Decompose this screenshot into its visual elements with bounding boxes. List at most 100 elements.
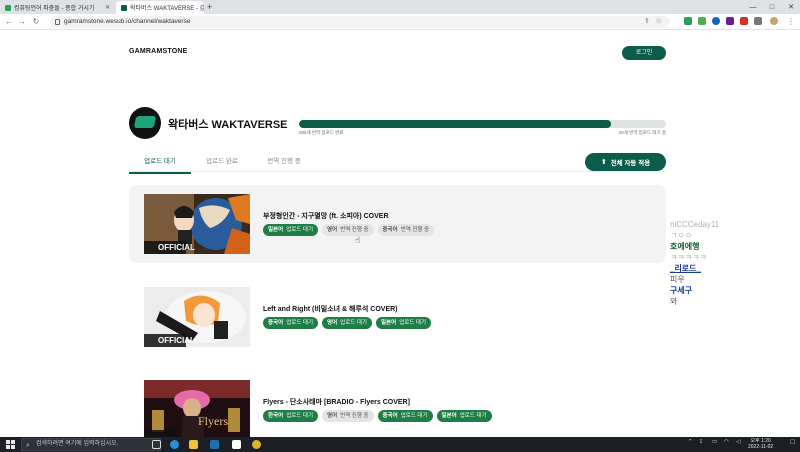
- taskbar-clock[interactable]: 오후 1:20 2022-11-02: [748, 438, 773, 450]
- chat-line: 호에에행: [670, 242, 700, 251]
- thumbnail-label: Flyers: [198, 414, 228, 428]
- chip-language: 영어: [327, 320, 338, 326]
- extension-icon[interactable]: [712, 17, 720, 25]
- chip-language: 영어: [327, 227, 338, 233]
- site-brand[interactable]: GAMRAMSTONE: [129, 48, 187, 55]
- battery-icon[interactable]: ▭: [712, 439, 717, 445]
- video-thumbnail[interactable]: OFFICIAL: [144, 194, 250, 254]
- share-icon[interactable]: ⇪: [644, 16, 650, 28]
- video-card[interactable]: OFFICIAL 부정형인간 - 지구멸망 (ft. 소피아) COVER 일본…: [129, 185, 666, 263]
- puzzle-icon[interactable]: [754, 17, 762, 25]
- browser-tab-bar: 컴퓨팅언어 파충돌 - 종합 거시기 ✕ 왁타버스 WAKTAVERSE - 감…: [0, 0, 800, 14]
- chip-language: 일본어: [268, 227, 284, 233]
- chip-language: 일본어: [381, 320, 397, 326]
- chip-status: 번역 진행 중: [340, 227, 369, 233]
- upload-progress-fill: [299, 120, 611, 128]
- chip-language: 일본어: [441, 413, 457, 419]
- upload-icon: ⬆: [600, 159, 607, 166]
- chip-status: 번역 진행 중: [340, 413, 369, 419]
- video-title: Left and Right (비밀소녀 & 해루석 COVER): [263, 306, 398, 313]
- language-status-chip[interactable]: 중국어 번역 진행 중: [377, 224, 435, 236]
- language-chips: 한국어 업로드 대기 영어 번역 진행 중 중국어 업로드 대기 일본어 업로드 대기: [263, 410, 492, 422]
- language-status-chip[interactable]: 중국어 업로드 대기: [263, 317, 319, 329]
- pending-count-label: 40개 번역 업로드 대기 중: [618, 130, 666, 135]
- site-favicon-icon: [121, 4, 127, 11]
- language-status-chip[interactable]: 영어 업로드 대기: [322, 317, 372, 329]
- wifi-icon[interactable]: ◠: [724, 439, 729, 445]
- tab-divider: [129, 171, 666, 172]
- clock-date: 2022-11-02: [748, 444, 774, 450]
- profile-avatar[interactable]: [770, 17, 778, 25]
- chip-status: 업로드 대기: [286, 320, 314, 326]
- language-status-chip[interactable]: 영어 번역 진행 중: [322, 410, 374, 422]
- language-status-chip[interactable]: 일본어 업로드 대기: [263, 224, 319, 236]
- chrome-icon[interactable]: [252, 440, 261, 449]
- windows-start-icon[interactable]: [6, 440, 15, 449]
- channel-title: 왁타버스 WAKTAVERSE: [168, 119, 288, 131]
- chip-language: 영어: [327, 413, 338, 419]
- volume-icon[interactable]: ◁: [736, 439, 740, 445]
- language-status-chip[interactable]: 일본어 업로드 대기: [436, 410, 492, 422]
- bookmark-star-icon[interactable]: ☆: [656, 16, 662, 28]
- task-view-icon[interactable]: [152, 440, 161, 449]
- chat-line: ㄱㅇㅇ: [670, 231, 693, 240]
- minimize-button[interactable]: —: [744, 0, 762, 14]
- chip-status: 업로드 대기: [400, 413, 428, 419]
- channel-logo: [129, 107, 161, 139]
- notification-icon[interactable]: ▢: [790, 439, 795, 445]
- tray-chevron-icon[interactable]: ⌃: [688, 439, 693, 445]
- language-status-chip[interactable]: 일본어 업로드 대기: [376, 317, 432, 329]
- uploaded-count-label: 205개 번역 업로드 완료: [299, 130, 344, 135]
- close-tab-icon[interactable]: ✕: [105, 4, 110, 11]
- chat-line: 와: [670, 297, 678, 306]
- extension-icon[interactable]: [698, 17, 706, 25]
- language-status-chip[interactable]: 한국어 업로드 대기: [263, 410, 319, 422]
- taskbar-search-input[interactable]: ⌕ 검색하려면 여기에 입력하십시오.: [21, 438, 161, 451]
- forward-icon[interactable]: →: [17, 16, 27, 28]
- extension-icon[interactable]: [684, 17, 692, 25]
- chip-language: 중국어: [268, 320, 284, 326]
- address-bar-row: ← → ↻ gamramstone.wesub.io/channel/wakta…: [0, 14, 800, 30]
- search-placeholder: 검색하려면 여기에 입력하십시오.: [36, 441, 119, 447]
- language-chips: 중국어 업로드 대기 영어 업로드 대기 일본어 업로드 대기: [263, 317, 432, 329]
- video-thumbnail[interactable]: Flyers: [144, 380, 250, 440]
- language-chips: 일본어 업로드 대기 영어 번역 진행 중 중국어 번역 진행 중: [263, 224, 435, 236]
- chip-status: 업로드 대기: [340, 320, 367, 326]
- url-field[interactable]: gamramstone.wesub.io/channel/waktaverse …: [50, 16, 670, 28]
- reload-icon[interactable]: ↻: [31, 16, 41, 28]
- new-tab-button[interactable]: +: [207, 1, 212, 13]
- video-thumbnail[interactable]: OFFICIAL: [144, 287, 250, 347]
- chat-line: niCCCeday11: [670, 220, 720, 229]
- language-status-chip[interactable]: 영어 번역 진행 중: [322, 224, 374, 236]
- chip-status: 업로드 대기: [286, 227, 314, 233]
- login-button[interactable]: 로그인: [622, 46, 666, 60]
- auto-apply-label: 전체 자동 적용: [610, 160, 651, 167]
- back-icon[interactable]: ←: [4, 16, 14, 28]
- app-icon[interactable]: [232, 440, 241, 449]
- chip-status: 업로드 대기: [459, 413, 487, 419]
- chip-language: 중국어: [382, 227, 398, 233]
- vscode-icon[interactable]: [210, 440, 219, 449]
- video-card[interactable]: OFFICIAL Left and Right (비밀소녀 & 해루석 COVE…: [129, 278, 666, 356]
- language-status-chip[interactable]: 중국어 업로드 대기: [377, 410, 433, 422]
- auto-apply-all-button[interactable]: ⬆ 전체 자동 적용: [585, 153, 666, 171]
- upload-progress-bar: [299, 120, 666, 128]
- extension-icon[interactable]: [740, 17, 748, 25]
- browser-tab-2[interactable]: 왁타버스 WAKTAVERSE - 감람스 ✕: [116, 1, 204, 14]
- extension-icon[interactable]: [726, 17, 734, 25]
- chat-line: ㅋㅋㅋㅋㅋ: [670, 253, 707, 262]
- thumbnail-label: OFFICIAL: [158, 243, 195, 252]
- close-window-button[interactable]: ✕: [782, 0, 800, 14]
- edge-browser-icon[interactable]: [170, 440, 179, 449]
- browser-menu-icon[interactable]: ⋮: [786, 16, 796, 28]
- chip-language: 중국어: [382, 413, 398, 419]
- site-favicon-icon: [5, 4, 11, 11]
- browser-tab-1[interactable]: 컴퓨팅언어 파충돌 - 종합 거시기 ✕: [0, 1, 115, 14]
- network-icon[interactable]: ⟟: [700, 439, 702, 446]
- chat-line: 구세구: [670, 286, 693, 295]
- maximize-button[interactable]: □: [763, 0, 781, 14]
- file-explorer-icon[interactable]: [189, 440, 198, 449]
- windows-taskbar: ⌕ 검색하려면 여기에 입력하십시오. ⌃ ⟟ ▭ ◠ ◁ 오후 1:20 20…: [0, 437, 800, 452]
- waktaverse-logo-mark: [133, 116, 157, 128]
- tab-title: 왁타버스 WAKTAVERSE - 감람스: [130, 6, 204, 12]
